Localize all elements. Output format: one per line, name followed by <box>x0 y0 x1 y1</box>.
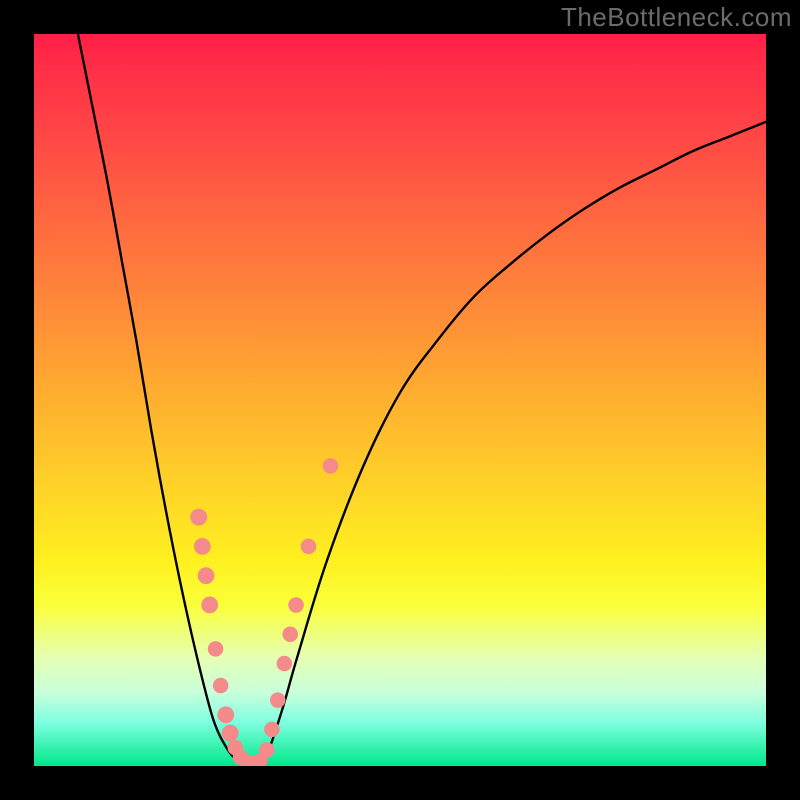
marker-point <box>218 707 234 723</box>
marker-point <box>208 642 223 657</box>
marker-point <box>271 693 286 708</box>
marker-point <box>283 627 298 642</box>
marker-point <box>202 597 218 613</box>
marker-point <box>323 459 338 474</box>
marker-point <box>222 725 238 741</box>
marker-point <box>213 678 228 693</box>
marker-point <box>260 743 275 758</box>
chart-svg <box>34 34 766 766</box>
chart-frame: TheBottleneck.com <box>0 0 800 800</box>
marker-point <box>289 598 304 613</box>
watermark-text: TheBottleneck.com <box>561 2 792 33</box>
chart-plot-area <box>34 34 766 766</box>
marker-point <box>301 539 316 554</box>
series-right-branch <box>261 122 766 763</box>
chart-series <box>78 34 766 764</box>
marker-point <box>194 538 210 554</box>
marker-point <box>277 656 292 671</box>
marker-point <box>265 722 280 737</box>
marker-point <box>198 568 214 584</box>
marker-point <box>191 509 207 525</box>
